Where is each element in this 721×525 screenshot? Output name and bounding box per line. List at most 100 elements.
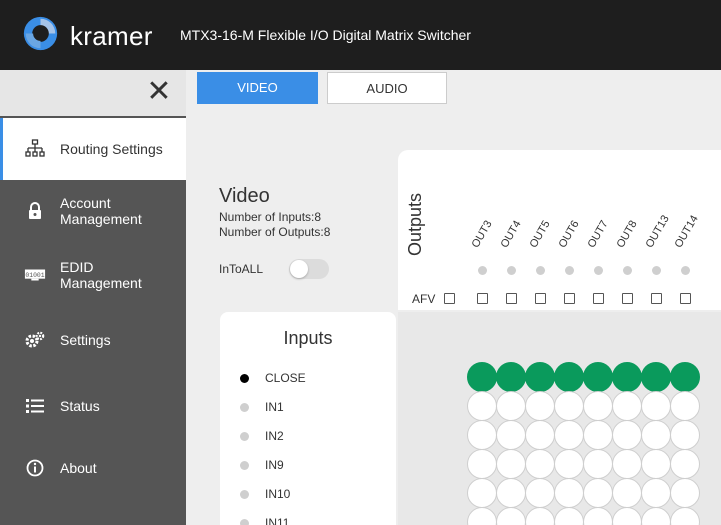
output-status-dot bbox=[565, 266, 574, 275]
page-title: Video bbox=[219, 185, 270, 207]
afv-checkbox[interactable] bbox=[444, 293, 455, 304]
output-status-dot bbox=[507, 266, 516, 275]
crosspoint-cell[interactable] bbox=[525, 362, 555, 392]
sidebar-close-row: ✕ bbox=[0, 70, 186, 116]
sidebar-item-label: Status bbox=[60, 398, 100, 414]
output-afv-checkbox[interactable] bbox=[622, 293, 633, 304]
crosspoint-cell[interactable] bbox=[554, 478, 584, 508]
crosspoint-cell[interactable] bbox=[583, 362, 613, 392]
crosspoint-cell[interactable] bbox=[641, 449, 671, 479]
crosspoint-cell[interactable] bbox=[641, 478, 671, 508]
input-row[interactable]: IN9 bbox=[240, 458, 284, 472]
afv-label: AFV bbox=[412, 292, 436, 306]
sidebar-item-edid-management[interactable]: 01001 EDID Management bbox=[0, 246, 186, 304]
sidebar-item-routing-settings[interactable]: Routing Settings bbox=[0, 118, 186, 180]
intoall-label: InToALL bbox=[219, 262, 264, 276]
crosspoint-cell[interactable] bbox=[612, 362, 642, 392]
input-label: IN2 bbox=[265, 429, 284, 443]
crosspoint-cell[interactable] bbox=[670, 420, 700, 450]
crosspoint-cell[interactable] bbox=[612, 420, 642, 450]
sidebar-item-account-management[interactable]: Account Management bbox=[0, 182, 186, 240]
input-row[interactable]: IN1 bbox=[240, 400, 284, 414]
crosspoint-cell[interactable] bbox=[612, 449, 642, 479]
crosspoint-cell[interactable] bbox=[467, 362, 497, 392]
output-afv-checkbox[interactable] bbox=[651, 293, 662, 304]
crosspoint-cell[interactable] bbox=[467, 449, 497, 479]
crosspoint-cell[interactable] bbox=[554, 449, 584, 479]
sidebar-item-settings[interactable]: Settings bbox=[0, 314, 186, 366]
crosspoint-cell[interactable] bbox=[525, 420, 555, 450]
crosspoint-cell[interactable] bbox=[670, 362, 700, 392]
input-radio-dot bbox=[240, 373, 249, 383]
crosspoint-cell[interactable] bbox=[583, 420, 613, 450]
crosspoint-cell[interactable] bbox=[583, 449, 613, 479]
sidebar-item-label: About bbox=[60, 460, 97, 476]
outputs-title: Outputs bbox=[405, 192, 425, 256]
crosspoint-cell[interactable] bbox=[612, 478, 642, 508]
sidebar-item-label: Account Management bbox=[60, 195, 142, 227]
input-row[interactable]: CLOSE bbox=[240, 371, 306, 385]
output-afv-checkbox[interactable] bbox=[680, 293, 691, 304]
output-status-dot bbox=[478, 266, 487, 275]
input-label: IN10 bbox=[265, 487, 291, 501]
input-row[interactable]: IN10 bbox=[240, 487, 290, 501]
input-label: IN11 bbox=[265, 516, 290, 525]
lock-icon bbox=[24, 202, 46, 220]
output-status-dot bbox=[536, 266, 545, 275]
crosspoint-cell[interactable] bbox=[670, 449, 700, 479]
crosspoint-cell[interactable] bbox=[525, 391, 555, 421]
input-row[interactable]: IN11 bbox=[240, 516, 289, 525]
crosspoint-cell[interactable] bbox=[554, 391, 584, 421]
outputs-panel bbox=[398, 150, 721, 310]
output-afv-checkbox[interactable] bbox=[564, 293, 575, 304]
gears-icon bbox=[24, 331, 46, 349]
crosspoint-cell[interactable] bbox=[641, 420, 671, 450]
inputs-panel: Inputs CLOSE IN1 IN2 IN9 IN10 IN11 bbox=[220, 312, 396, 525]
crosspoint-cell[interactable] bbox=[496, 362, 526, 392]
crosspoint-cell[interactable] bbox=[467, 478, 497, 508]
output-afv-checkbox[interactable] bbox=[506, 293, 517, 304]
output-status-dot bbox=[623, 266, 632, 275]
inputs-count: Number of Inputs:8 bbox=[219, 210, 322, 224]
tab-video[interactable]: VIDEO bbox=[197, 72, 318, 104]
crosspoint-cell[interactable] bbox=[496, 478, 526, 508]
crosspoint-cell[interactable] bbox=[612, 391, 642, 421]
crosspoint-cell[interactable] bbox=[670, 391, 700, 421]
crosspoint-cell[interactable] bbox=[670, 478, 700, 508]
input-label: CLOSE bbox=[265, 371, 306, 385]
crosspoint-cell[interactable] bbox=[583, 391, 613, 421]
sidebar-item-about[interactable]: About bbox=[0, 442, 186, 494]
intoall-toggle[interactable] bbox=[289, 259, 329, 279]
output-afv-checkbox[interactable] bbox=[593, 293, 604, 304]
crosspoint-cell[interactable] bbox=[641, 362, 671, 392]
crosspoint-cell[interactable] bbox=[525, 449, 555, 479]
output-afv-checkbox[interactable] bbox=[477, 293, 488, 304]
crosspoint-cell[interactable] bbox=[496, 391, 526, 421]
input-radio-dot bbox=[240, 518, 249, 525]
crosspoint-cell[interactable] bbox=[525, 478, 555, 508]
input-radio-dot bbox=[240, 402, 249, 412]
crosspoint-cell[interactable] bbox=[467, 391, 497, 421]
input-label: IN9 bbox=[265, 458, 284, 472]
list-icon bbox=[24, 398, 46, 414]
input-row[interactable]: IN2 bbox=[240, 429, 284, 443]
crosspoint-cell[interactable] bbox=[583, 478, 613, 508]
sidebar-item-status[interactable]: Status bbox=[0, 380, 186, 432]
input-radio-dot bbox=[240, 489, 249, 499]
crosspoint-cell[interactable] bbox=[496, 420, 526, 450]
crosspoint-cell[interactable] bbox=[554, 362, 584, 392]
sidebar-item-label: Routing Settings bbox=[60, 141, 163, 157]
crosspoint-cell[interactable] bbox=[496, 449, 526, 479]
info-icon bbox=[24, 459, 46, 477]
output-status-dot bbox=[652, 266, 661, 275]
close-icon[interactable]: ✕ bbox=[143, 76, 175, 108]
crosspoint-cell[interactable] bbox=[467, 420, 497, 450]
crosspoint-cell[interactable] bbox=[554, 420, 584, 450]
output-status-dot bbox=[681, 266, 690, 275]
input-label: IN1 bbox=[265, 400, 284, 414]
product-title: MTX3-16-M Flexible I/O Digital Matrix Sw… bbox=[180, 27, 471, 43]
svg-text:01001: 01001 bbox=[25, 272, 44, 279]
output-afv-checkbox[interactable] bbox=[535, 293, 546, 304]
tab-audio[interactable]: AUDIO bbox=[327, 72, 447, 104]
crosspoint-cell[interactable] bbox=[641, 391, 671, 421]
